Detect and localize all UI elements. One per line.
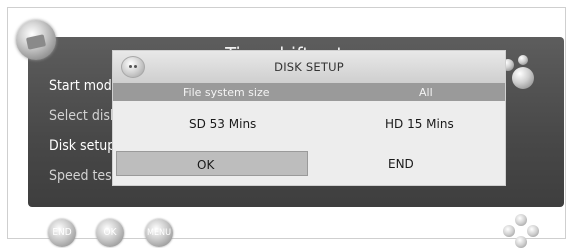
dialog-title: DISK SETUP bbox=[274, 60, 344, 74]
file-system-size-row[interactable]: File system size All bbox=[113, 83, 505, 101]
nav-down-icon[interactable] bbox=[515, 236, 527, 248]
end-remote-button[interactable]: END bbox=[48, 219, 76, 247]
nav-right-icon[interactable] bbox=[527, 225, 539, 237]
setup-icon bbox=[16, 20, 56, 60]
file-system-size-label: File system size bbox=[183, 86, 270, 99]
recording-capacity-row: SD 53 Mins HD 15 Mins bbox=[113, 101, 505, 147]
nav-up-icon[interactable] bbox=[515, 214, 527, 226]
file-system-size-value[interactable]: All bbox=[419, 86, 433, 99]
end-button[interactable]: END bbox=[311, 151, 501, 176]
sd-capacity: SD 53 Mins bbox=[189, 117, 257, 131]
dialog-button-row: OK END bbox=[113, 147, 505, 185]
navigation-pad-icon[interactable] bbox=[501, 214, 541, 248]
disk-setup-dialog: DISK SETUP File system size All SD 53 Mi… bbox=[112, 50, 506, 186]
ok-remote-button[interactable]: OK bbox=[96, 219, 124, 247]
menu-remote-button[interactable]: MENU bbox=[145, 219, 173, 247]
dialog-header: DISK SETUP bbox=[113, 51, 505, 83]
nav-left-icon[interactable] bbox=[503, 225, 515, 237]
hd-capacity: HD 15 Mins bbox=[385, 117, 454, 131]
ok-button[interactable]: OK bbox=[116, 151, 308, 176]
tv-frame: Timeshift setup Start mode Select disk D… bbox=[7, 7, 566, 248]
